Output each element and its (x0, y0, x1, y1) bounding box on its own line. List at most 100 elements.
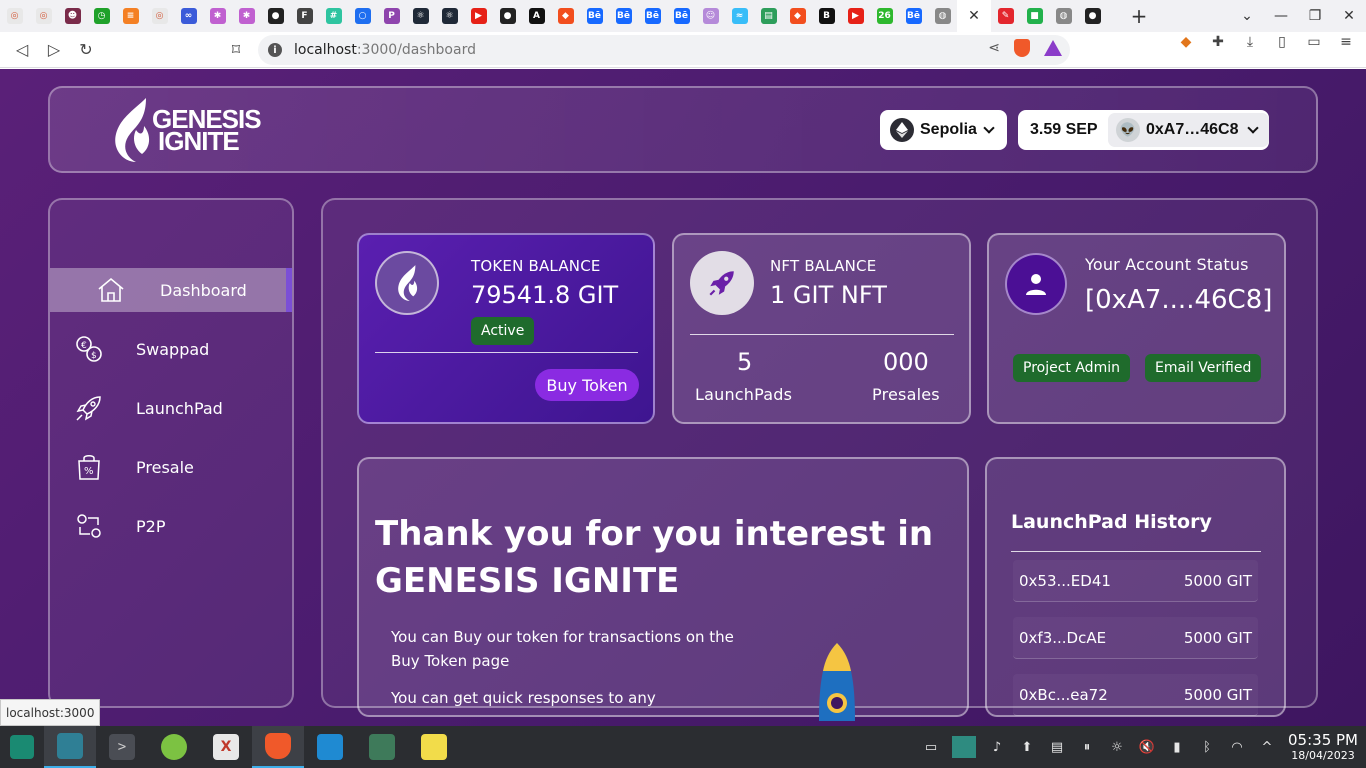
desktop-icon[interactable]: ▭ (922, 740, 940, 755)
site-info-icon[interactable]: i (268, 43, 282, 57)
teal-tab[interactable]: # (319, 0, 348, 32)
sidebar-item-presale[interactable]: % Presale (50, 445, 292, 489)
taskbar-terminal[interactable]: > (96, 726, 148, 768)
react-tab-favicon-icon: ⚛ (441, 8, 458, 24)
behance-tab[interactable]: Bē (667, 0, 696, 32)
figma-tab[interactable]: ◆ (783, 0, 812, 32)
youtube-tab[interactable]: ▶ (841, 0, 870, 32)
network-selector[interactable]: Sepolia (880, 110, 1007, 150)
b-circle-tab[interactable]: B (812, 0, 841, 32)
taskbar-brave[interactable] (252, 726, 304, 768)
extensions-puzzle-icon[interactable]: ✚ (1208, 34, 1228, 50)
behance-tab[interactable]: Bē (580, 0, 609, 32)
list-item[interactable]: 0x53...ED41 5000 GIT (1013, 560, 1258, 602)
app-launcher-icon[interactable] (0, 726, 44, 768)
welcome-title: Thank you for you interest in GENESIS IG… (375, 514, 934, 601)
green-grid-tab[interactable]: ▤ (754, 0, 783, 32)
number-tab[interactable]: 26 (870, 0, 899, 32)
green-square-tab[interactable]: ■ (1020, 0, 1049, 32)
sidebar-item-launchpad[interactable]: LaunchPad (50, 386, 292, 430)
avatar-tab[interactable]: ☻ (58, 0, 87, 32)
github-tab[interactable]: ● (261, 0, 290, 32)
behance-tab[interactable]: Bē (899, 0, 928, 32)
tailwind-tab[interactable]: ≈ (725, 0, 754, 32)
clock[interactable]: 05:35 PM 18/04/2023 (1288, 731, 1358, 762)
new-tab-button[interactable]: + (1127, 4, 1151, 28)
metamask-icon[interactable]: ◆ (1176, 34, 1196, 50)
taskbar-notes[interactable] (408, 726, 460, 768)
snowflake-tab[interactable]: ✱ (203, 0, 232, 32)
sidebar-item-p2p[interactable]: P2P (50, 504, 292, 548)
brave-shield-tab-favicon-icon: ◎ (35, 8, 52, 24)
flame-logo-icon (115, 98, 150, 162)
update-icon[interactable]: ⬆ (1018, 740, 1036, 755)
brave-shields-icon[interactable] (1014, 39, 1030, 57)
globe-tab[interactable]: ◍ (928, 0, 957, 32)
menu-icon[interactable]: ≡ (1336, 34, 1356, 50)
genesis-ignite-logo[interactable]: GENESIS IGNITE (106, 96, 262, 164)
blue-circle-tab[interactable]: ○ (348, 0, 377, 32)
globe-tab[interactable]: ◍ (1049, 0, 1078, 32)
github-tab[interactable]: ● (1078, 0, 1107, 32)
pdf-tab[interactable]: F (290, 0, 319, 32)
purple-p-tab[interactable]: P (377, 0, 406, 32)
red-pen-tab[interactable]: ✎ (991, 0, 1020, 32)
brave-shield-tab[interactable]: ◎ (0, 0, 29, 32)
back-icon[interactable]: ◁ (6, 34, 38, 66)
reload-icon[interactable]: ↻ (70, 34, 102, 66)
close-window-icon[interactable]: ✕ (1332, 8, 1366, 24)
taskbar-downloader[interactable] (148, 726, 200, 768)
battery-icon[interactable]: ▮ (1168, 740, 1186, 755)
react-tab[interactable]: ⚛ (435, 0, 464, 32)
sidebar-item-dashboard[interactable]: Dashboard (50, 268, 292, 312)
taskbar-image-viewer[interactable] (356, 726, 408, 768)
media-icon[interactable]: ⏸ (1078, 740, 1096, 755)
wallet-icon[interactable]: ▭ (1304, 34, 1324, 50)
stackoverflow-tab[interactable]: ≡ (116, 0, 145, 32)
account-address-chip[interactable]: 👽 0xA7…46C8 (1108, 113, 1269, 147)
tab-search-icon[interactable]: ⌄ (1230, 8, 1264, 24)
font-tab[interactable]: A (522, 0, 551, 32)
volume-muted-icon[interactable]: 🔇 (1138, 740, 1156, 755)
workspace-icon[interactable] (952, 736, 976, 758)
list-item[interactable]: 0xBc...ea72 5000 GIT (1013, 674, 1258, 716)
url-text[interactable]: localhost:3000/dashboard (294, 42, 476, 58)
taskbar-file-manager[interactable] (44, 726, 96, 768)
glasses-tab[interactable]: ∞ (174, 0, 203, 32)
behance-tab[interactable]: Bē (609, 0, 638, 32)
react-tab[interactable]: ⚛ (406, 0, 435, 32)
minimize-icon[interactable]: — (1264, 8, 1298, 24)
active-tab[interactable]: ✕ (957, 0, 991, 32)
maximize-icon[interactable]: ❐ (1298, 8, 1332, 24)
figma-tab[interactable]: ◆ (551, 0, 580, 32)
forward-icon[interactable]: ▷ (38, 34, 70, 66)
github-tab[interactable]: ● (493, 0, 522, 32)
sidebar-icon[interactable]: ▯ (1272, 34, 1292, 50)
expand-tray-icon[interactable]: ^ (1258, 740, 1276, 755)
wifi-icon[interactable]: ◠ (1228, 740, 1246, 755)
bluetooth-icon[interactable]: ᛒ (1198, 740, 1216, 755)
brightness-icon[interactable]: ☼ (1108, 740, 1126, 755)
taskbar-vscode[interactable] (304, 726, 356, 768)
token-balance-title: TOKEN BALANCE (471, 257, 601, 275)
brave-shield-tab[interactable]: ◎ (29, 0, 58, 32)
buy-token-button[interactable]: Buy Token (535, 369, 639, 401)
address-bar[interactable]: i localhost:3000/dashboard ⋖ (258, 35, 1070, 65)
list-item[interactable]: 0xf3...DcAE 5000 GIT (1013, 617, 1258, 659)
upwork-clock-tab[interactable]: ◷ (87, 0, 116, 32)
smile-tab[interactable]: ☺ (696, 0, 725, 32)
share-icon[interactable]: ⋖ (988, 40, 1000, 56)
youtube-tab[interactable]: ▶ (464, 0, 493, 32)
snowflake-tab[interactable]: ✱ (232, 0, 261, 32)
bookmark-icon[interactable]: ⌑ (220, 34, 252, 66)
brave-shield-tab[interactable]: ◎ (145, 0, 174, 32)
account-selector[interactable]: 3.59 SEP 👽 0xA7…46C8 (1018, 110, 1269, 150)
downloads-icon[interactable]: ⤓ (1240, 34, 1260, 50)
brave-rewards-icon[interactable] (1044, 40, 1062, 56)
notifications-icon[interactable]: ♪ (988, 740, 1006, 755)
clipboard-icon[interactable]: ▤ (1048, 740, 1066, 755)
close-tab-icon[interactable]: ✕ (968, 8, 980, 24)
sidebar-item-swappad[interactable]: € $ Swappad (50, 327, 292, 371)
taskbar-xampp[interactable]: X (200, 726, 252, 768)
behance-tab[interactable]: Bē (638, 0, 667, 32)
